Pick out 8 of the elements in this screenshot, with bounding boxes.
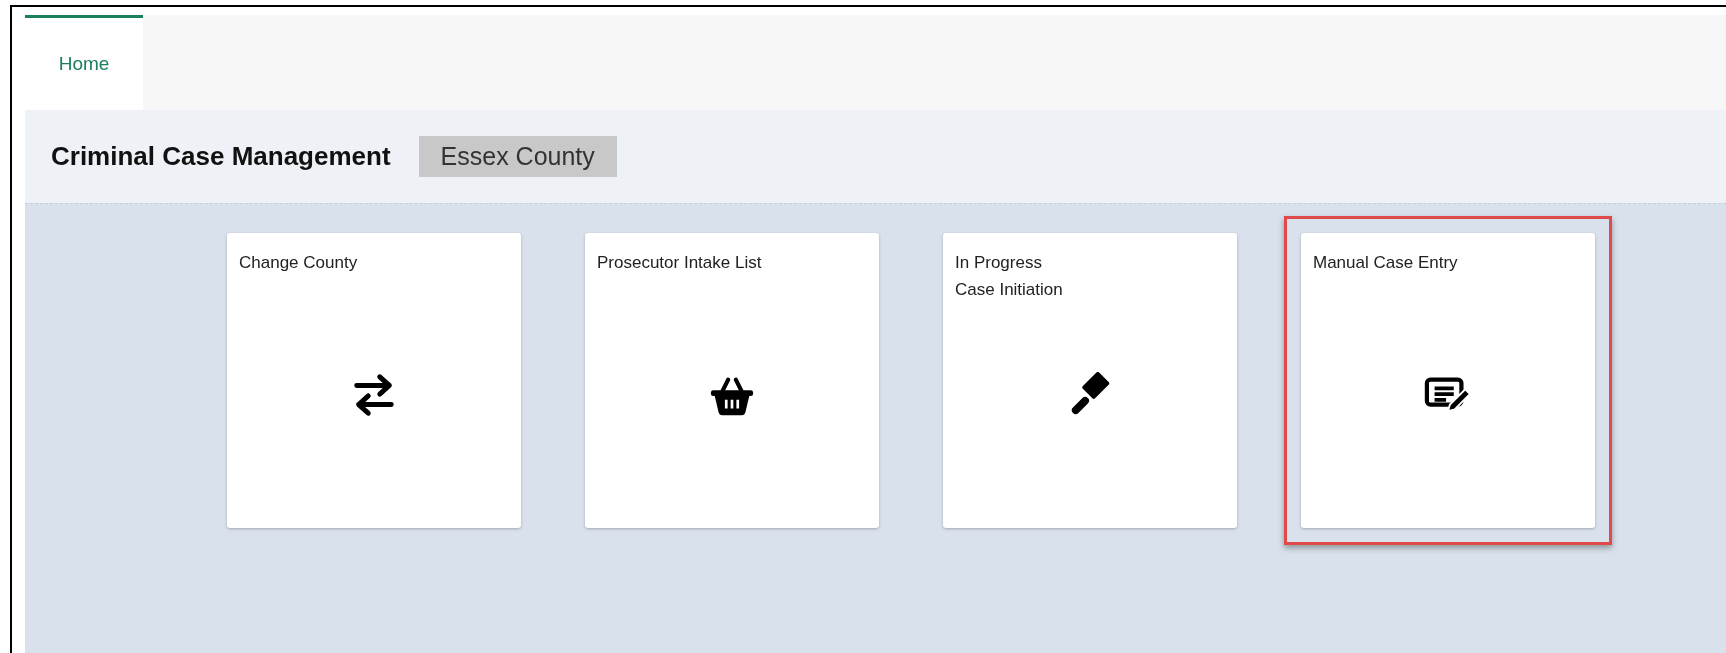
page-title: Criminal Case Management [51, 140, 391, 173]
tile-button[interactable]: Change County [227, 233, 521, 528]
tile-button[interactable]: Prosecutor Intake List [585, 233, 879, 528]
home-tab[interactable]: Home [25, 15, 143, 110]
swap-arrows-icon [351, 371, 397, 418]
county-badge: Essex County [418, 136, 617, 177]
tile-button[interactable]: In Progress Case Initiation [943, 233, 1237, 528]
tile-button[interactable]: Manual Case Entry [1301, 233, 1595, 528]
